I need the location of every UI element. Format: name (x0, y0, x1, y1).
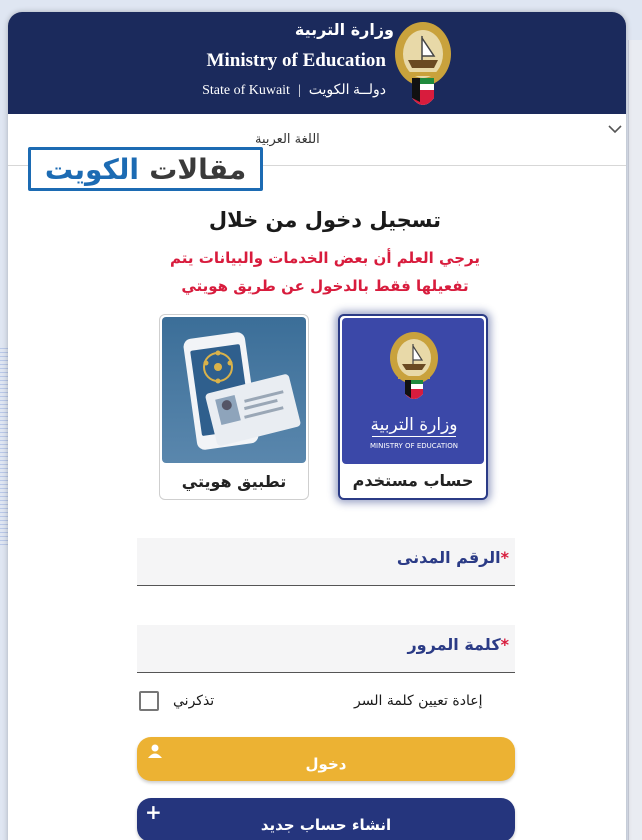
page-scroll-edge[interactable] (628, 40, 642, 840)
user-icon (148, 744, 162, 758)
remember-me-checkbox[interactable] (139, 691, 159, 711)
plus-icon: + (145, 800, 162, 824)
watermark-part-dark: مقالات (149, 152, 247, 186)
watermark-part-blue: الكويت (44, 152, 139, 186)
civil-id-field[interactable]: *الرقم المدنى (137, 538, 515, 586)
password-input[interactable] (145, 650, 405, 668)
notice-line-2: تفعيلها فقط بالدخول عن طريق هويتي (181, 277, 469, 295)
register-button[interactable]: + انشاء حساب جديد (137, 798, 515, 840)
state-english: State of Kuwait (202, 83, 290, 98)
civil-id-label: *الرقم المدنى (397, 548, 509, 567)
civil-id-input[interactable] (145, 563, 405, 581)
user-account-label: حساب مستخدم (352, 471, 474, 490)
register-button-label: انشاء حساب جديد (260, 816, 392, 834)
password-field[interactable]: *كلمة المرور (137, 625, 515, 673)
reset-password-link[interactable]: إعادة تعيين كلمة السر (354, 693, 482, 709)
login-card: وزارة التربية Ministry of Education Stat… (8, 12, 626, 840)
state-separator: | (297, 83, 301, 98)
hawiyati-app-image (162, 317, 306, 463)
language-label: اللغة العربية (255, 132, 320, 147)
hawiyati-login-option[interactable]: تطبيق هويتي (159, 314, 309, 500)
state-line: State of Kuwait | دولــة الكويت (202, 82, 386, 99)
hawiyati-phone-id-icon (162, 317, 306, 463)
kuwait-emblem-icon (395, 22, 451, 105)
site-header: وزارة التربية Ministry of Education Stat… (8, 12, 626, 114)
login-notice: يرجي العلم أن بعض الخدمات والبيانات يتم … (8, 244, 626, 300)
user-account-login-option[interactable]: وزارة التربية MINISTRY OF EDUCATION حساب… (338, 314, 488, 500)
ministry-logo-icon: وزارة التربية MINISTRY OF EDUCATION (370, 332, 458, 450)
remember-me-label[interactable]: تذكرني (173, 693, 214, 709)
login-button-label: دخول (305, 755, 347, 773)
hawiyati-label: تطبيق هويتي (181, 472, 287, 491)
chevron-down-icon[interactable] (608, 124, 622, 134)
required-mark: * (500, 548, 509, 567)
civil-id-label-text: الرقم المدنى (396, 548, 501, 567)
state-arabic: دولــة الكويت (308, 83, 386, 98)
card-text-english: MINISTRY OF EDUCATION (370, 442, 458, 450)
password-label: *كلمة المرور (407, 635, 509, 654)
ministry-name-arabic: وزارة التربية (294, 20, 394, 39)
login-title: تسجيل دخول من خلال (208, 208, 442, 232)
moe-logo-image: وزارة التربية MINISTRY OF EDUCATION (342, 318, 484, 464)
ministry-name-english: Ministry of Education (206, 50, 386, 71)
notice-line-1: يرجي العلم أن بعض الخدمات والبيانات يتم (170, 249, 480, 267)
card-text-arabic: وزارة التربية (370, 415, 457, 435)
required-mark: * (500, 635, 509, 654)
login-button[interactable]: دخول (137, 737, 515, 781)
password-label-text: كلمة المرور (407, 635, 501, 654)
site-watermark-logo: مقالات الكويت (28, 147, 263, 191)
